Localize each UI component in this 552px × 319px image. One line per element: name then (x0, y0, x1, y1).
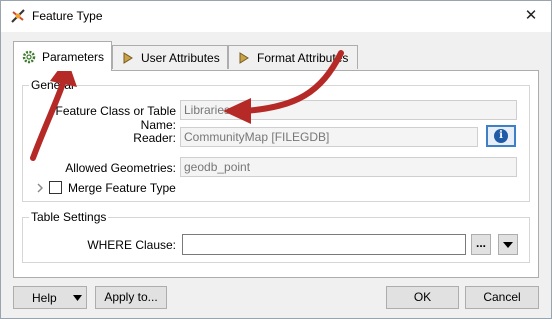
annotation-arrow-parameters (30, 58, 77, 161)
tab-label: Parameters (42, 50, 105, 64)
tab-parameters[interactable]: Parameters (13, 41, 112, 71)
gear-icon (22, 50, 36, 63)
feature-type-dialog: Feature Type ✕ Parameters User Attribute… (0, 0, 552, 319)
annotation-arrow-table-name (223, 50, 344, 124)
